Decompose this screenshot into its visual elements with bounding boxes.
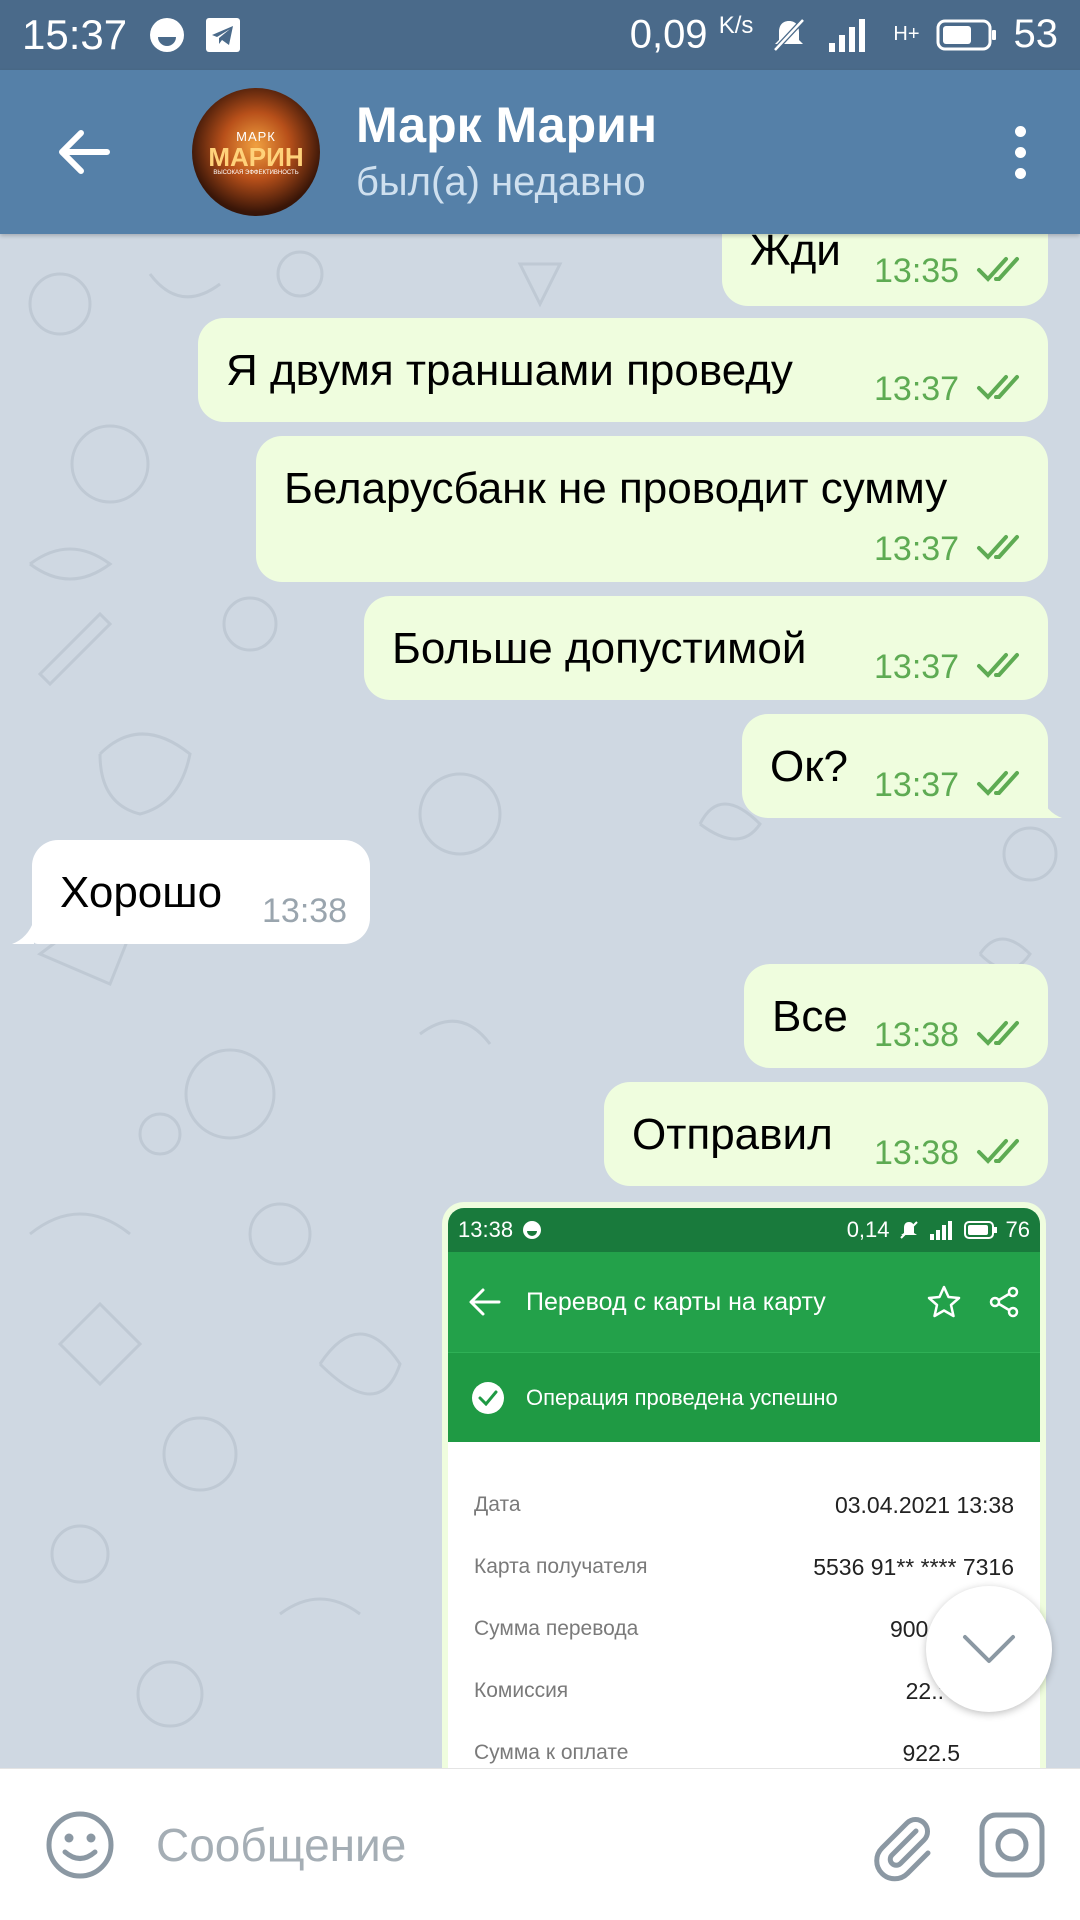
message-bubble-outgoing[interactable]: Ок? 13:37 bbox=[742, 714, 1062, 818]
battery-level: 53 bbox=[1013, 12, 1059, 57]
status-time: 15:37 bbox=[22, 11, 128, 58]
success-check-icon bbox=[472, 1381, 504, 1414]
receipt-status-time: 13:38 bbox=[458, 1217, 514, 1242]
message-text: Хорошо bbox=[60, 868, 223, 917]
message-bubble-outgoing[interactable]: Жди 13:35 bbox=[722, 234, 1048, 306]
emoji-icon[interactable] bbox=[40, 1805, 120, 1885]
signal-icon bbox=[929, 1221, 952, 1240]
message-text: Жди bbox=[750, 234, 841, 275]
message-time: 13:38 bbox=[874, 1134, 960, 1172]
sync-icon bbox=[150, 18, 185, 52]
last-seen-status: был(а) недавно bbox=[356, 160, 646, 204]
bubble-tail bbox=[1040, 794, 1062, 818]
message-time: 13:38 bbox=[262, 892, 348, 930]
message-text: Ок? bbox=[770, 742, 848, 791]
bubble-tail bbox=[12, 920, 34, 944]
message-time: 13:37 bbox=[874, 766, 960, 804]
menu-dot bbox=[1014, 125, 1026, 137]
read-checkmarks-icon bbox=[977, 375, 1019, 400]
muted-bell-icon bbox=[899, 1221, 918, 1239]
message-time: 13:37 bbox=[874, 530, 960, 568]
attach-paperclip-icon[interactable] bbox=[862, 1805, 942, 1885]
network-type: H+ bbox=[893, 23, 920, 46]
receipt-row: Карта получателя 5536 91** **** 7316 bbox=[474, 1536, 1014, 1598]
message-text: Отправил bbox=[632, 1110, 833, 1159]
chevron-down-icon bbox=[963, 1635, 1015, 1663]
receipt-status-battery: 76 bbox=[1005, 1217, 1030, 1242]
read-checkmarks-icon bbox=[977, 1139, 1019, 1164]
read-checkmarks-icon bbox=[977, 1021, 1019, 1046]
message-bubble-outgoing[interactable]: Все 13:38 bbox=[744, 964, 1048, 1068]
receipt-row-label: Дата bbox=[474, 1493, 521, 1516]
menu-dot bbox=[1014, 167, 1026, 179]
chat-header: МАРК МАРИН ВЫСОКАЯ ЭФФЕКТИВНОСТЬ Марк Ма… bbox=[0, 70, 1080, 234]
message-text: Все bbox=[772, 992, 848, 1041]
share-icon bbox=[989, 1286, 1019, 1318]
message-time: 13:37 bbox=[874, 370, 960, 408]
message-bubble-outgoing[interactable]: Больше допустимой 13:37 bbox=[364, 596, 1048, 700]
message-bubble-incoming[interactable]: Хорошо 13:38 bbox=[12, 840, 370, 944]
message-time: 13:35 bbox=[874, 252, 960, 290]
message-text: Больше допустимой bbox=[392, 624, 807, 673]
receipt-row-label: Сумма перевода bbox=[474, 1617, 639, 1640]
receipt-row-label: Сумма к оплате bbox=[474, 1741, 629, 1764]
back-arrow-icon bbox=[59, 130, 110, 174]
back-arrow-icon bbox=[469, 1288, 501, 1316]
muted-bell-icon bbox=[773, 18, 806, 52]
message-bubble-outgoing[interactable]: Я двумя траншами проведу 13:37 bbox=[198, 318, 1048, 422]
receipt-row-value: 03.04.2021 13:38 bbox=[834, 1491, 1014, 1518]
menu-dot bbox=[1014, 146, 1026, 158]
message-composer bbox=[0, 1768, 1080, 1920]
net-speed: 0,09 bbox=[629, 12, 708, 57]
receipt-success-text: Операция проведена успешно bbox=[526, 1384, 838, 1410]
read-checkmarks-icon bbox=[977, 535, 1019, 560]
star-icon bbox=[927, 1285, 961, 1318]
avatar-line2: МАРИН bbox=[208, 141, 304, 172]
receipt-status-speed: 0,14 bbox=[846, 1217, 890, 1242]
receipt-success-banner: Операция проведена успешно bbox=[448, 1352, 1040, 1442]
receipt-toolbar: Перевод с карты на карту bbox=[448, 1252, 1040, 1352]
read-checkmarks-icon bbox=[977, 257, 1019, 282]
message-list[interactable]: Жди 13:35 Я двумя траншами проведу 13:37… bbox=[0, 234, 1080, 1768]
status-bar: 15:37 0,09 K/s H+ 53 bbox=[0, 0, 1080, 70]
receipt-row-label: Карта получателя bbox=[474, 1555, 648, 1578]
receipt-row: Дата 03.04.2021 13:38 bbox=[474, 1474, 1014, 1536]
signal-icon bbox=[829, 18, 866, 52]
message-bubble-outgoing[interactable]: Беларусбанк не проводит сумму 13:37 bbox=[256, 436, 1048, 582]
more-options-button[interactable] bbox=[1000, 112, 1040, 192]
battery-icon bbox=[963, 1221, 997, 1239]
receipt-row-value: 5536 91** **** 7316 bbox=[813, 1553, 1014, 1580]
message-time: 13:38 bbox=[874, 1016, 960, 1054]
scroll-to-bottom-button[interactable] bbox=[926, 1586, 1052, 1712]
receipt-title: Перевод с карты на карту bbox=[526, 1287, 826, 1316]
message-time: 13:37 bbox=[874, 648, 960, 686]
battery-icon bbox=[936, 19, 996, 51]
telegram-notification-icon bbox=[206, 18, 241, 52]
contact-name: Марк Марин bbox=[356, 97, 658, 153]
net-speed-unit: K/s bbox=[718, 12, 754, 40]
receipt-row-label: Комиссия bbox=[474, 1679, 569, 1702]
chat-title-block[interactable]: Марк Марин был(а) недавно bbox=[356, 95, 657, 209]
receipt-status-bar: 13:38 0,14 76 bbox=[448, 1208, 1040, 1252]
read-checkmarks-icon bbox=[977, 771, 1019, 796]
message-text: Беларусбанк не проводит сумму bbox=[284, 464, 948, 513]
receipt-row-value: 922.5 bbox=[902, 1739, 960, 1766]
back-button[interactable] bbox=[42, 110, 126, 194]
read-checkmarks-icon bbox=[977, 653, 1019, 678]
contact-avatar[interactable]: МАРК МАРИН ВЫСОКАЯ ЭФФЕКТИВНОСТЬ bbox=[192, 88, 320, 216]
avatar-line3: ВЫСОКАЯ ЭФФЕКТИВНОСТЬ bbox=[213, 169, 299, 176]
message-bubble-outgoing[interactable]: Отправил 13:38 bbox=[604, 1082, 1048, 1186]
message-text: Я двумя траншами проведу bbox=[226, 346, 793, 395]
camera-icon[interactable] bbox=[972, 1805, 1052, 1885]
sync-icon bbox=[523, 1221, 542, 1239]
message-input[interactable] bbox=[156, 1804, 776, 1885]
receipt-row: Сумма к оплате 922.5 bbox=[474, 1722, 1014, 1768]
